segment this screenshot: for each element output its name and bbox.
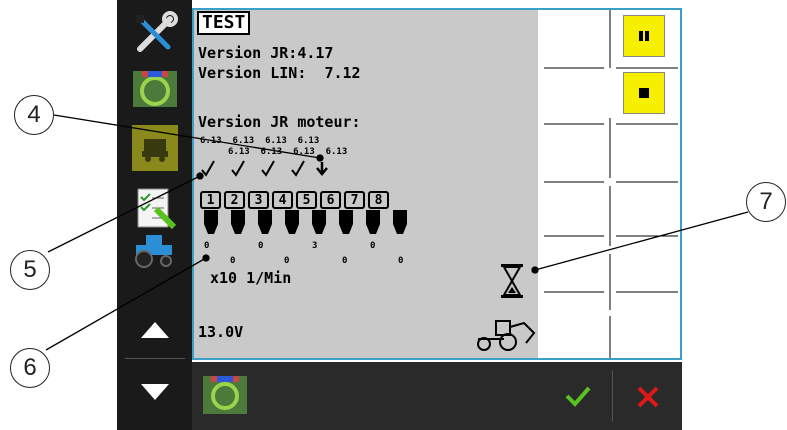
callout-4: 4 xyxy=(14,95,54,135)
callout-lines xyxy=(45,114,749,351)
callout-6: 6 xyxy=(10,348,50,388)
callout-7: 7 xyxy=(746,182,786,222)
callout-5: 5 xyxy=(10,250,50,290)
